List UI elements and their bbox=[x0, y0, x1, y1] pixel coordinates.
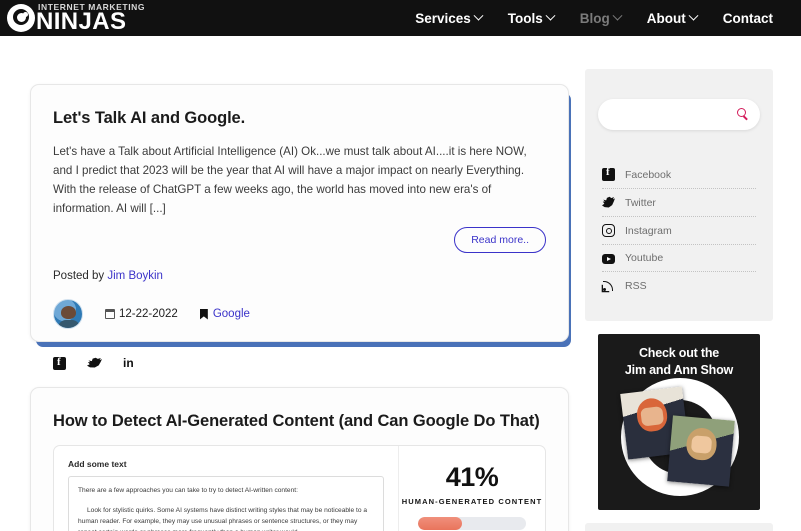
social-link-youtube[interactable]: Youtube bbox=[602, 245, 756, 272]
screenshot-field-label: Add some text bbox=[68, 459, 127, 469]
site-logo[interactable]: INTERNET MARKETING NINJAS bbox=[7, 1, 145, 35]
score-caption: HUMAN-GENERATED CONTENT bbox=[401, 497, 543, 506]
screenshot-paragraph-1: There are a few approaches you can take … bbox=[78, 487, 298, 494]
social-label-rss: RSS bbox=[625, 279, 647, 292]
nav-item-tools[interactable]: Tools bbox=[507, 10, 556, 26]
post-list: Let's Talk AI and Google. Let's have a T… bbox=[30, 84, 569, 531]
chevron-down-icon bbox=[473, 10, 484, 21]
nav-item-about[interactable]: About bbox=[646, 10, 699, 26]
promo-line-1: Check out the bbox=[638, 346, 720, 360]
site-header: INTERNET MARKETING NINJAS Services Tools… bbox=[0, 0, 801, 36]
nav-item-services[interactable]: Services bbox=[415, 10, 484, 26]
facebook-icon bbox=[602, 166, 615, 181]
posted-by-prefix: Posted by bbox=[53, 270, 105, 282]
screenshot-textarea: There are a few approaches you can take … bbox=[68, 476, 384, 531]
author-avatar bbox=[53, 299, 83, 329]
sidebar-panel: Facebook Twitter Instagram Youtube RSS bbox=[585, 69, 773, 321]
twitter-icon bbox=[602, 196, 615, 208]
logo-text: INTERNET MARKETING NINJAS bbox=[36, 3, 145, 33]
social-link-instagram[interactable]: Instagram bbox=[602, 217, 756, 245]
post-excerpt: Let's have a Talk about Artificial Intel… bbox=[53, 145, 527, 215]
screenshot-paragraph-2: Look for stylistic quirks. Some AI syste… bbox=[78, 507, 367, 531]
chevron-down-icon bbox=[688, 10, 699, 21]
post-title: How to Detect AI-Generated Content (and … bbox=[53, 412, 540, 430]
post-meta-row: 12-22-2022 Google bbox=[53, 299, 546, 329]
author-link[interactable]: Jim Boykin bbox=[107, 270, 163, 282]
social-label-facebook: Facebook bbox=[625, 168, 672, 181]
search-input[interactable] bbox=[598, 99, 760, 130]
promo-photo-ann bbox=[667, 415, 735, 487]
post-category: Google bbox=[199, 308, 250, 320]
social-label-instagram: Instagram bbox=[625, 224, 672, 237]
main-navigation: Services Tools Blog About Contact bbox=[415, 10, 773, 26]
nav-label-contact: Contact bbox=[722, 10, 773, 26]
post-category-link[interactable]: Google bbox=[213, 308, 250, 320]
nav-label-about: About bbox=[646, 10, 686, 26]
youtube-icon bbox=[602, 254, 615, 264]
social-link-rss[interactable]: RSS bbox=[602, 272, 756, 299]
search-box[interactable] bbox=[598, 99, 760, 130]
search-icon[interactable] bbox=[737, 108, 746, 117]
read-more-button[interactable]: Read more.. bbox=[454, 227, 546, 253]
twitter-share-icon[interactable] bbox=[87, 357, 102, 368]
nav-label-tools: Tools bbox=[507, 10, 543, 26]
chevron-down-icon bbox=[545, 10, 556, 21]
posted-by: Posted by Jim Boykin bbox=[53, 270, 546, 282]
nav-label-blog: Blog bbox=[579, 10, 610, 26]
score-percent: 41% bbox=[445, 462, 499, 492]
screenshot-editor-pane: Add some text There are a few approaches… bbox=[54, 446, 399, 531]
screenshot-score-pane: 41% HUMAN-GENERATED CONTENT bbox=[399, 446, 545, 531]
nav-label-services: Services bbox=[415, 10, 471, 26]
score-progress-bar bbox=[418, 517, 526, 530]
page-body: Let's Talk AI and Google. Let's have a T… bbox=[0, 36, 801, 531]
facebook-share-icon[interactable] bbox=[53, 356, 66, 370]
rss-icon bbox=[602, 279, 615, 292]
social-label-youtube: Youtube bbox=[625, 252, 664, 264]
bookmark-icon bbox=[199, 308, 208, 320]
share-row: in bbox=[53, 356, 546, 370]
nav-item-blog[interactable]: Blog bbox=[579, 10, 623, 26]
sidebar: Facebook Twitter Instagram Youtube RSS bbox=[585, 69, 773, 531]
social-link-facebook[interactable]: Facebook bbox=[602, 161, 756, 189]
score-progress-fill bbox=[418, 517, 463, 530]
post-card-2: How to Detect AI-Generated Content (and … bbox=[30, 387, 569, 531]
sidebar-panel-bottom bbox=[585, 523, 773, 531]
chevron-down-icon bbox=[612, 10, 623, 21]
post-date: 12-22-2022 bbox=[105, 308, 178, 320]
post-title: Let's Talk AI and Google. bbox=[53, 109, 246, 127]
post-card-1: Let's Talk AI and Google. Let's have a T… bbox=[30, 84, 569, 370]
post-date-value: 12-22-2022 bbox=[119, 308, 178, 320]
social-link-twitter[interactable]: Twitter bbox=[602, 189, 756, 217]
ninja-swirl-icon bbox=[7, 4, 35, 32]
post-screenshot: Add some text There are a few approaches… bbox=[53, 445, 546, 531]
social-links-list: Facebook Twitter Instagram Youtube RSS bbox=[585, 161, 773, 299]
social-label-twitter: Twitter bbox=[625, 196, 656, 209]
logo-name: NINJAS bbox=[36, 7, 127, 35]
promo-line-2: Jim and Ann Show bbox=[624, 363, 734, 377]
linkedin-share-icon[interactable]: in bbox=[123, 356, 134, 370]
nav-item-contact[interactable]: Contact bbox=[723, 11, 773, 26]
instagram-icon bbox=[602, 224, 615, 237]
promo-title: Check out the Jim and Ann Show bbox=[598, 334, 760, 379]
promo-banner[interactable]: Check out the Jim and Ann Show bbox=[598, 334, 760, 510]
calendar-icon bbox=[105, 309, 115, 319]
read-more-row: Read more.. bbox=[53, 227, 546, 253]
